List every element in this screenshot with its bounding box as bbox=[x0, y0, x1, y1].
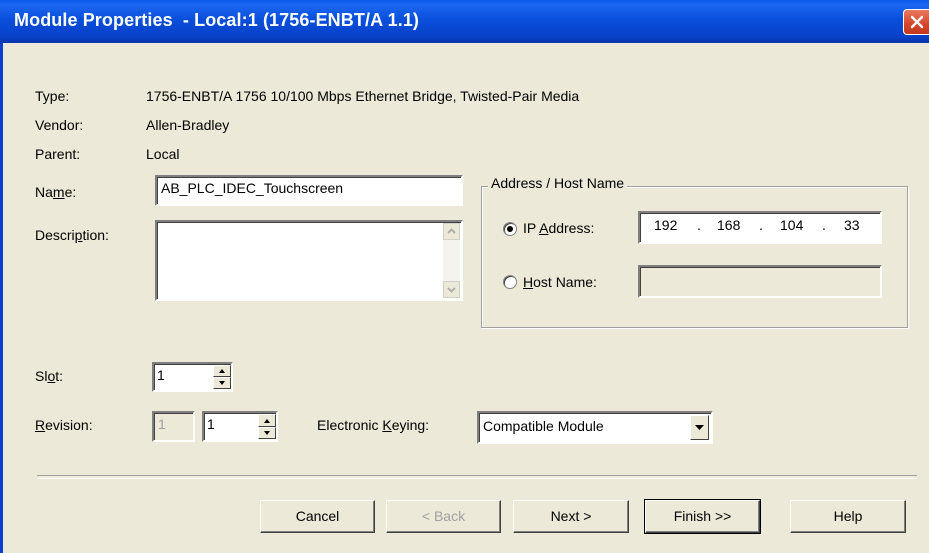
chevron-up-icon bbox=[447, 228, 456, 234]
arrow-down-icon bbox=[264, 431, 270, 435]
revision-major-value: 1 bbox=[158, 416, 166, 432]
host-name-radio[interactable] bbox=[503, 275, 517, 289]
next-button[interactable]: Next > bbox=[513, 500, 629, 533]
cancel-button[interactable]: Cancel bbox=[260, 500, 375, 533]
electronic-keying-value: Compatible Module bbox=[483, 418, 604, 434]
finish-button[interactable]: Finish >> bbox=[644, 499, 761, 534]
revision-label: Revision: bbox=[35, 417, 93, 433]
revision-major-input: 1 bbox=[152, 411, 195, 442]
slot-label: Slot: bbox=[35, 368, 64, 384]
slot-decrement-button[interactable] bbox=[213, 377, 231, 389]
ip-dot-2: . bbox=[759, 217, 763, 233]
arrow-up-icon bbox=[219, 369, 225, 373]
description-label: Description: bbox=[35, 227, 109, 243]
type-value: 1756-ENBT/A 1756 10/100 Mbps Ethernet Br… bbox=[146, 88, 580, 104]
name-input[interactable]: AB_PLC_IDEC_Touchscreen bbox=[155, 175, 463, 206]
revision-minor-stepper[interactable]: 1 bbox=[202, 411, 278, 442]
scroll-up-button[interactable] bbox=[443, 223, 460, 240]
separator bbox=[37, 475, 917, 479]
scroll-down-button[interactable] bbox=[443, 281, 460, 298]
window-title: Module Properties - Local:1 (1756-ENBT/A… bbox=[14, 10, 420, 30]
host-name-label: Host Name: bbox=[523, 274, 597, 290]
dialog-body: Type: 1756-ENBT/A 1756 10/100 Mbps Ether… bbox=[0, 43, 929, 553]
address-group-title: Address / Host Name bbox=[488, 175, 628, 191]
ip-address-label: IP Address: bbox=[523, 220, 595, 236]
host-name-input[interactable] bbox=[638, 265, 882, 298]
ip-dot-1: . bbox=[697, 217, 701, 233]
ip-address-input[interactable]: 192 . 168 . 104 . 33 bbox=[638, 211, 882, 244]
dropdown-arrow-icon bbox=[695, 425, 704, 430]
ip-dot-3: . bbox=[822, 217, 826, 233]
ip-address-radio[interactable] bbox=[503, 222, 517, 236]
arrow-up-icon bbox=[264, 419, 270, 423]
name-label: Name: bbox=[35, 184, 77, 200]
slot-value: 1 bbox=[157, 367, 165, 383]
description-scrollbar[interactable] bbox=[443, 223, 460, 298]
back-button[interactable]: < Back bbox=[386, 500, 501, 533]
ip-octet-4: 33 bbox=[844, 217, 860, 233]
parent-value: Local bbox=[146, 146, 180, 162]
name-input-value: AB_PLC_IDEC_Touchscreen bbox=[161, 180, 344, 196]
ip-octet-2: 168 bbox=[717, 217, 741, 233]
vendor-label: Vendor: bbox=[35, 117, 84, 133]
title-bar[interactable]: Module Properties - Local:1 (1756-ENBT/A… bbox=[0, 0, 929, 43]
arrow-down-icon bbox=[219, 381, 225, 385]
ip-octet-3: 104 bbox=[780, 217, 804, 233]
help-button[interactable]: Help bbox=[790, 500, 906, 533]
revision-increment-button[interactable] bbox=[258, 414, 276, 427]
ip-octet-1: 192 bbox=[654, 217, 678, 233]
parent-label: Parent: bbox=[35, 146, 81, 162]
type-label: Type: bbox=[35, 88, 70, 104]
close-button[interactable] bbox=[903, 9, 929, 35]
electronic-keying-dropdown-button[interactable] bbox=[690, 415, 709, 440]
electronic-keying-label: Electronic Keying: bbox=[317, 417, 430, 433]
address-groupbox bbox=[481, 186, 908, 328]
vendor-value: Allen-Bradley bbox=[146, 117, 230, 133]
slot-stepper[interactable]: 1 bbox=[152, 362, 233, 392]
close-icon bbox=[910, 15, 924, 29]
revision-decrement-button[interactable] bbox=[258, 427, 276, 439]
slot-increment-button[interactable] bbox=[213, 365, 231, 377]
description-textarea[interactable] bbox=[155, 220, 463, 301]
revision-minor-value: 1 bbox=[207, 416, 215, 432]
chevron-down-icon bbox=[447, 287, 456, 293]
electronic-keying-select[interactable]: Compatible Module bbox=[477, 411, 713, 444]
